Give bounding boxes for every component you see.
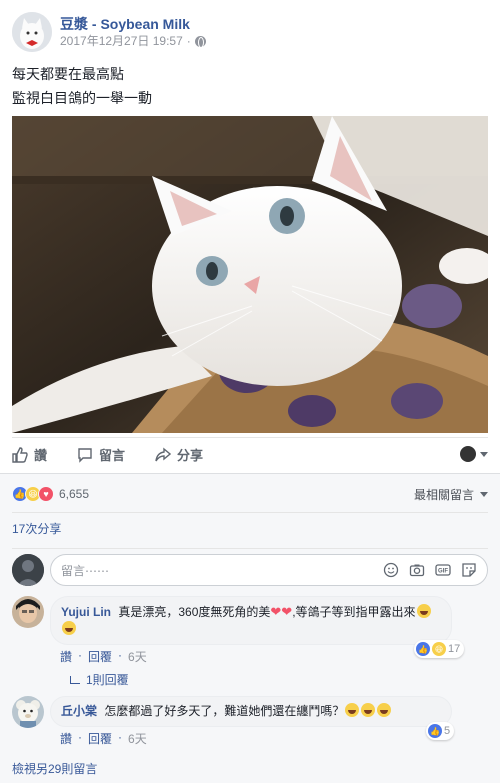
love-icon: ♥ (38, 486, 54, 502)
share-arrow-icon (155, 447, 172, 461)
view-replies-label: 1則回覆 (86, 673, 129, 687)
reaction-icons[interactable]: 👍 😆 ♥ (12, 486, 54, 502)
comment-reply-link[interactable]: 回覆 (88, 648, 112, 665)
teddy-bear-avatar-icon (12, 696, 44, 728)
post-timestamp[interactable]: 2017年12月27日 19:57 (60, 33, 183, 49)
heart-emoji-icon: ❤ (270, 604, 282, 619)
composer-icons: GIF (383, 562, 477, 578)
comment-like-link[interactable]: 讚 (60, 730, 72, 747)
laughing-emoji-icon (361, 703, 376, 717)
comment-item: Yujui Lin 真是漂亮，360度無死角的美❤❤,等鴿子等到指甲露出來 👍 … (12, 596, 488, 687)
reactions-summary: 👍 😆 ♥ 6,655 最相關留言 (12, 482, 488, 506)
dot-separator: · (78, 648, 83, 662)
heart-emoji-icon: ❤ (281, 604, 293, 619)
post-action-bar: 讚 留言 分享 (12, 437, 488, 471)
dot-separator: · (118, 648, 123, 662)
comment-button[interactable]: 留言 (77, 445, 125, 464)
sort-label: 最相關留言 (413, 488, 474, 502)
view-replies-link[interactable]: 1則回覆 (70, 671, 129, 688)
gif-icon[interactable]: GIF (435, 562, 451, 578)
comment-reply-link[interactable]: 回覆 (88, 730, 112, 747)
reaction-count[interactable]: 6,655 (59, 487, 89, 501)
comment-reaction-count[interactable]: 👍 😆 17 (414, 640, 465, 658)
post-photo[interactable] (12, 116, 488, 433)
dot-separator: · (78, 730, 83, 744)
chevron-down-icon (480, 492, 488, 497)
post-text-line: 每天都要在最高點 (12, 66, 124, 82)
emoji-icon[interactable] (383, 562, 399, 578)
page-name-link[interactable]: 豆漿 - Soybean Milk (60, 15, 206, 33)
comment-item: 丘小棠 怎麼都過了好多天了，難道她們還在纏鬥嗎？ 👍 5 讚 · 回覆 · 6天 (12, 696, 488, 750)
like-button[interactable]: 讚 (12, 445, 47, 464)
comment-bubble: 丘小棠 怎麼都過了好多天了，難道她們還在纏鬥嗎？ (50, 696, 452, 727)
comment-input[interactable]: 留言⋯⋯ GIF (50, 554, 488, 586)
comment-actions: 讚 · 回覆 · 6天 (60, 730, 147, 747)
chevron-down-icon (480, 451, 488, 457)
comment-author-avatar[interactable] (12, 696, 44, 728)
like-icon: 👍 (416, 642, 430, 656)
like-icon: 👍 (428, 724, 442, 738)
post-meta: 2017年12月27日 19:57 · (60, 33, 206, 49)
comment-composer: 留言⋯⋯ GIF (12, 548, 488, 588)
view-more-comments-link[interactable]: 檢視另29則留言 (12, 760, 97, 777)
camera-icon[interactable] (409, 562, 425, 578)
share-button[interactable]: 分享 (155, 445, 203, 464)
dot-separator: · (118, 730, 123, 744)
comments-area: 👍 😆 ♥ 6,655 最相關留言 17次分享 留言⋯⋯ GIF Yujui L… (0, 473, 500, 783)
shares-row: 17次分享 (12, 512, 488, 544)
globe-icon[interactable] (194, 35, 206, 48)
comment-time[interactable]: 6天 (128, 730, 147, 747)
like-button-label: 讚 (34, 448, 48, 463)
haha-icon: 😆 (432, 642, 446, 656)
comment-text: ,等鴿子等到指甲露出來 (292, 605, 416, 619)
comment-time[interactable]: 6天 (128, 648, 147, 665)
comment-author-avatar[interactable] (12, 596, 44, 628)
comment-bubble: Yujui Lin 真是漂亮，360度無死角的美❤❤,等鴿子等到指甲露出來 (50, 596, 452, 645)
composer-avatar (12, 554, 44, 586)
reply-arrow-icon (70, 675, 80, 684)
comment-reaction-number: 17 (448, 643, 461, 655)
sticker-icon[interactable] (461, 562, 477, 578)
post-text: 每天都要在最高點 監視白目鴿的一舉一動 (12, 62, 152, 110)
post-header: 豆漿 - Soybean Milk 2017年12月27日 19:57 · (12, 10, 206, 54)
svg-text:GIF: GIF (438, 569, 448, 575)
share-button-label: 分享 (177, 448, 204, 463)
page-avatar[interactable] (12, 12, 52, 52)
comment-bubble-icon (78, 447, 92, 463)
comment-like-link[interactable]: 讚 (60, 648, 72, 665)
laughing-emoji-icon (377, 703, 392, 717)
post-as-selector[interactable] (460, 446, 488, 462)
comment-reaction-count[interactable]: 👍 5 (426, 722, 455, 740)
comment-text: 真是漂亮，360度無死角的美 (118, 605, 271, 619)
comment-text: 怎麼都過了好多天了，難道她們還在纏鬥嗎？ (104, 704, 345, 718)
comment-author[interactable]: 丘小棠 (61, 704, 97, 718)
cat-avatar-icon (12, 12, 52, 52)
user-avatar-icon (12, 596, 44, 628)
laughing-emoji-icon (62, 621, 76, 635)
comment-reaction-number: 5 (444, 725, 451, 737)
post-text-line: 監視白目鴿的一舉一動 (12, 90, 152, 106)
comment-sort-dropdown[interactable]: 最相關留言 (414, 486, 488, 503)
comment-input-placeholder: 留言⋯⋯ (61, 563, 110, 578)
user-avatar-icon (12, 554, 44, 586)
meta-separator: · (186, 34, 191, 48)
laughing-emoji-icon (345, 703, 360, 717)
shares-link[interactable]: 17次分享 (12, 520, 61, 537)
comment-button-label: 留言 (99, 448, 126, 463)
thumbs-up-icon (12, 446, 28, 463)
comment-actions: 讚 · 回覆 · 6天 (60, 648, 147, 665)
laughing-emoji-icon (416, 604, 431, 618)
comment-author[interactable]: Yujui Lin (61, 605, 111, 619)
viewer-avatar (460, 446, 476, 462)
